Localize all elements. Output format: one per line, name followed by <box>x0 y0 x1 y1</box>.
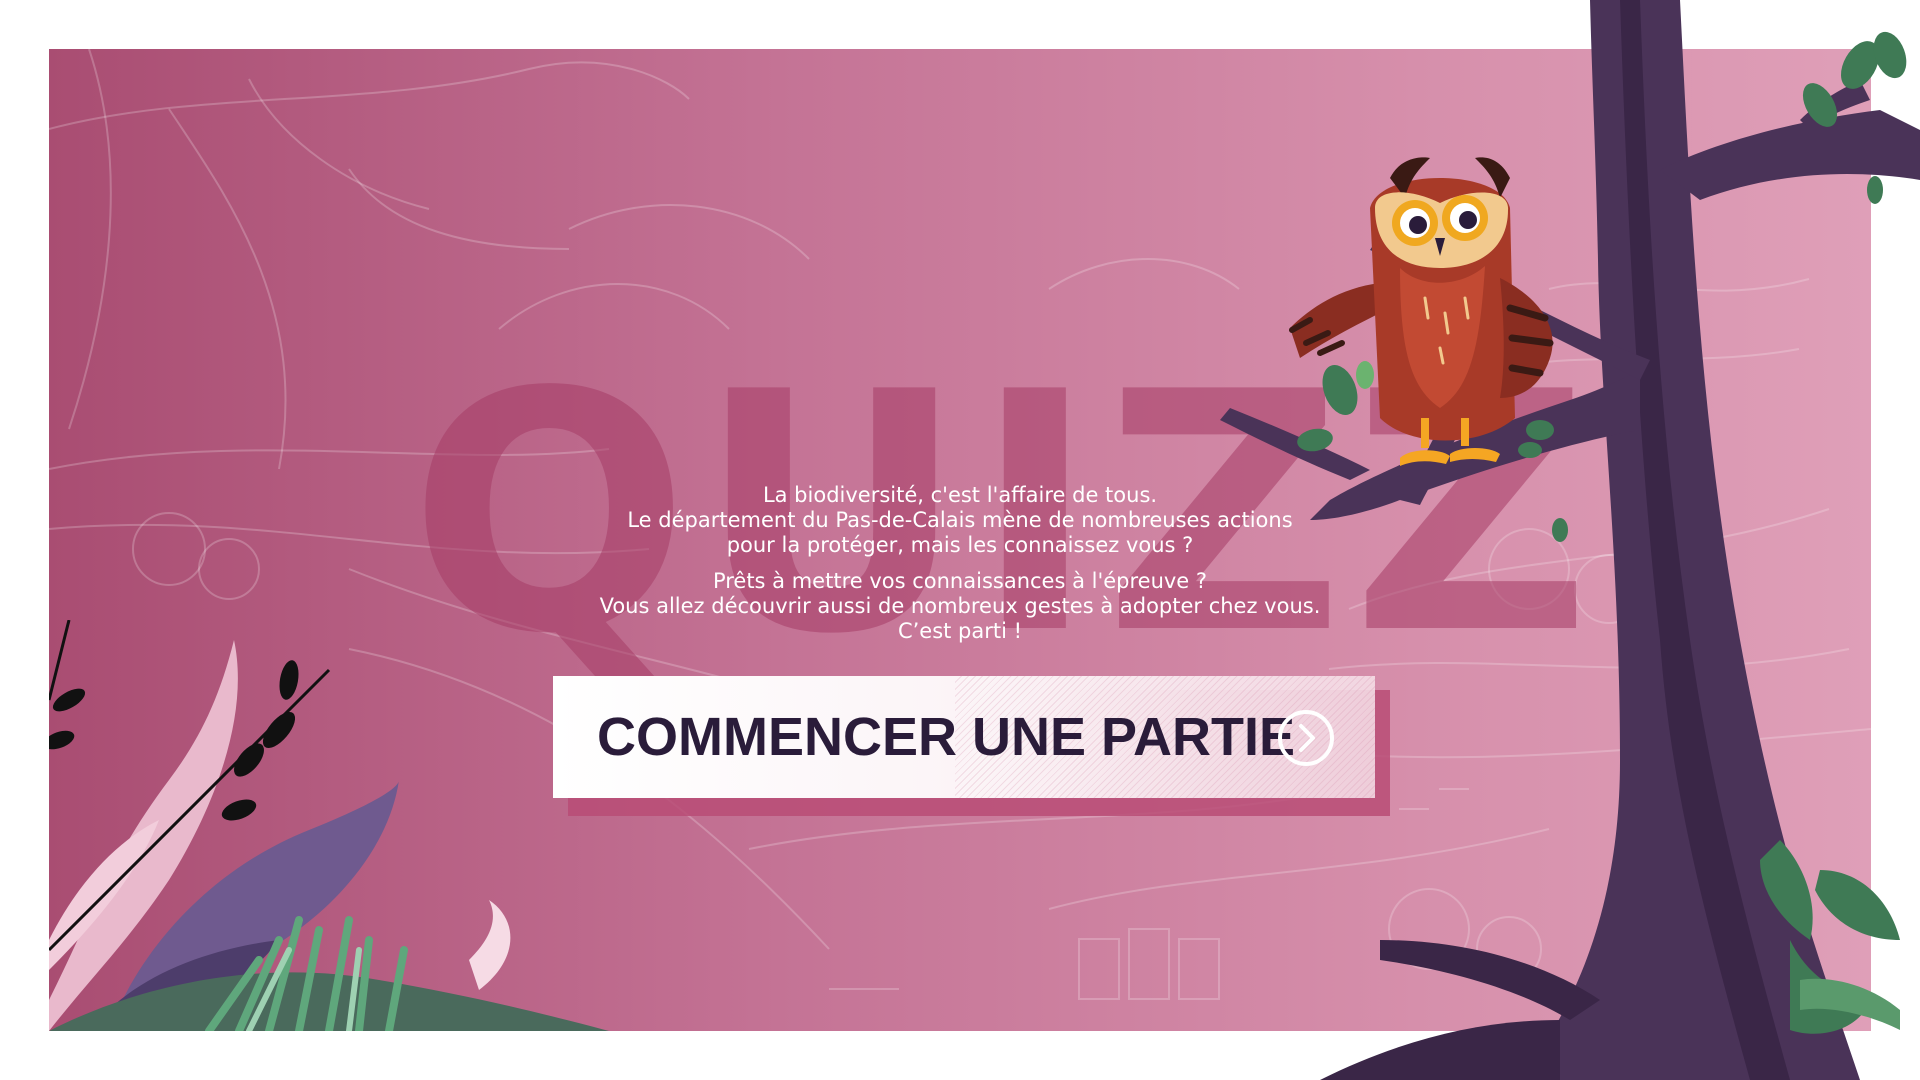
quiz-start-screen: QUIZZ La biodiversité, c'est l'affaire d… <box>0 0 1920 1080</box>
owl-icon <box>1289 157 1554 466</box>
plants-left-icon <box>49 620 609 1031</box>
